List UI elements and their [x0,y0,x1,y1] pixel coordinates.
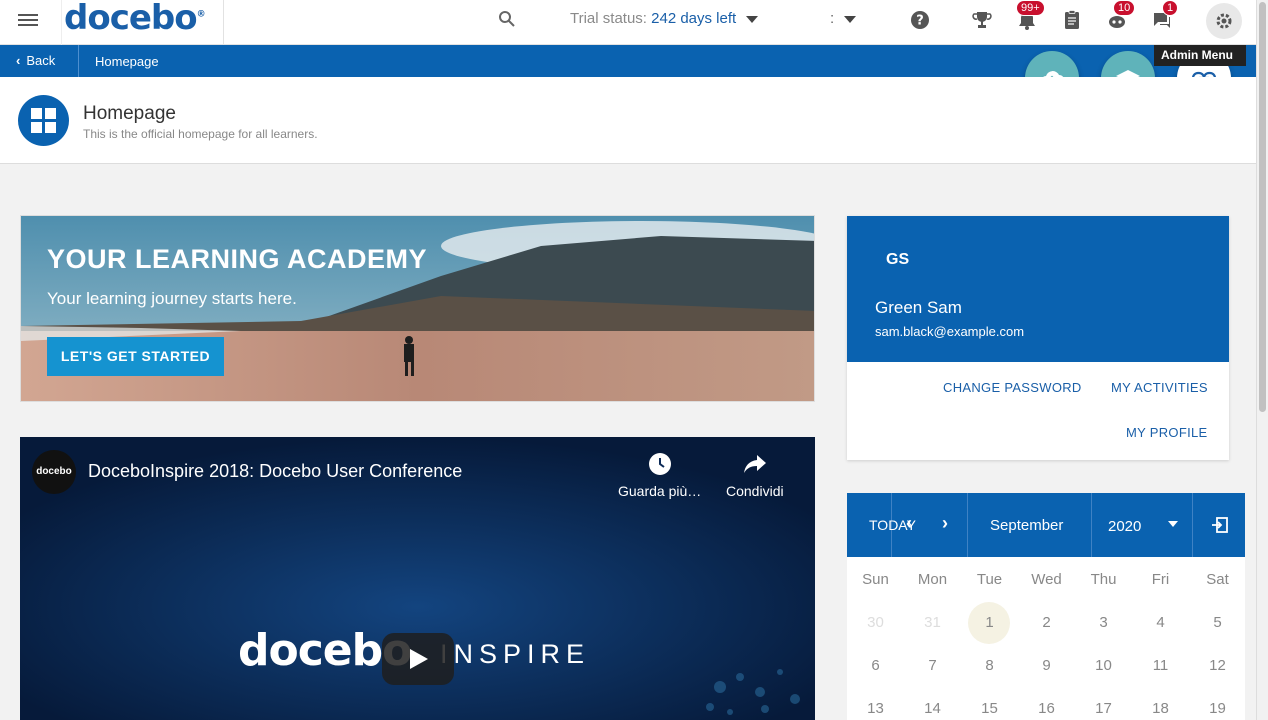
banner-subtitle: Your learning journey starts here. [47,289,297,308]
month-nav: ‹ › [892,493,968,557]
chevron-left-icon: ‹ [16,53,21,68]
chevron-right-icon[interactable]: › [942,513,948,534]
page-title: Homepage [83,103,176,124]
chevron-down-icon [844,15,857,23]
weekday-label: Wed [1031,571,1062,588]
calendar-day[interactable]: 3 [1075,614,1132,631]
admin-menu-button[interactable] [1206,3,1242,39]
chevron-left-icon[interactable]: ‹ [906,513,912,534]
month-select[interactable]: September [968,493,1092,557]
calendar-day[interactable]: 1 [961,614,1018,631]
calendar-day[interactable]: 4 [1132,614,1189,631]
play-icon [410,649,428,669]
gear-icon [1216,13,1232,29]
calendar-widget: TODAY ‹ › September 2020 Sun Mon Tue Wed Thu… [847,493,1245,720]
weekday-label: Thu [1090,571,1117,588]
top-bar: docebo® Trial status: 242 days left : ? … [0,0,1256,45]
messages-badge: 1 [1162,0,1179,16]
calendar-day[interactable]: 5 [1189,614,1245,631]
weekday-label: Tue [976,571,1003,588]
clipboard-icon[interactable] [1061,9,1083,31]
back-label: Back [26,53,56,68]
gamification-badge: 10 [1113,0,1136,16]
share-label: Condividi [726,483,784,499]
my-profile-link[interactable]: MY PROFILE [1126,425,1208,440]
logo-mark: ® [196,9,206,20]
calendar-day[interactable]: 9 [1018,657,1075,674]
search-icon[interactable] [498,10,516,28]
channel-avatar[interactable]: docebo [32,450,76,494]
calendar-day[interactable]: 14 [904,700,961,717]
calendar-day[interactable]: 7 [904,657,961,674]
user-name: Green Sam [875,298,962,317]
weekday-label: Sun [862,571,889,588]
month-label: September [990,517,1064,534]
calendar-day[interactable]: 31 [904,614,961,631]
svg-text:?: ? [916,14,924,29]
docebo-logo[interactable]: docebo® [64,0,206,38]
banner-title: YOUR LEARNING ACADEMY [47,244,428,274]
scroll-thumb[interactable] [1259,2,1266,412]
share-icon [743,455,766,473]
get-started-button[interactable]: LET'S GET STARTED [47,337,224,376]
change-password-link[interactable]: CHANGE PASSWORD [943,380,1082,395]
trophy-icon[interactable] [971,9,993,31]
back-button[interactable]: ‹ Back [0,45,79,77]
calendar-day[interactable]: 30 [847,614,904,631]
calendar-day[interactable]: 19 [1189,700,1245,717]
trial-days: 242 days left [651,10,737,27]
trial-label: Trial status: [570,10,647,27]
calendar-day[interactable]: 6 [847,657,904,674]
calendar-header: TODAY ‹ › September 2020 [847,493,1245,557]
profile-header: GS Green Sam sam.black@example.com [847,216,1229,362]
calendar-day[interactable]: 8 [961,657,1018,674]
calendar-day[interactable]: 12 [1189,657,1245,674]
weekday-label: Mon [917,571,948,588]
notifications-badge: 99+ [1016,0,1045,16]
chevron-down-icon [746,15,759,23]
share-button[interactable]: Condividi [726,451,784,499]
my-activities-link[interactable]: MY ACTIVITIES [1111,380,1208,395]
calendar-day[interactable]: 2 [1018,614,1075,631]
trial-status[interactable]: Trial status: 242 days left [570,10,759,27]
breadcrumb-current: Homepage [95,54,159,69]
admin-menu-tooltip: Admin Menu [1154,45,1246,66]
page-subtitle: This is the official homepage for all le… [83,127,318,141]
year-select[interactable]: 2020 [1092,493,1193,557]
calendar-day[interactable]: 10 [1075,657,1132,674]
language-selector[interactable]: : [830,10,857,27]
weekday-label: Sat [1206,571,1229,588]
calendar-day[interactable]: 16 [1018,700,1075,717]
avatar[interactable]: GS [886,251,909,269]
year-label: 2020 [1108,518,1142,535]
calendar-day[interactable]: 17 [1075,700,1132,717]
calendar-day[interactable]: 13 [847,700,904,717]
clock-icon [648,453,671,475]
learning-academy-banner: YOUR LEARNING ACADEMY Your learning jour… [20,215,815,402]
scrollbar[interactable] [1256,0,1268,720]
video-inspire-text: INSPIRE [440,639,591,669]
watch-later-label: Guarda più… [618,483,702,499]
watch-later-button[interactable]: Guarda più… [618,451,701,499]
dashboard-icon [18,95,69,146]
calendar-day[interactable]: 15 [961,700,1018,717]
menu-icon[interactable] [18,11,38,31]
video-player[interactable]: docebo DoceboInspire 2018: Docebo User C… [20,437,815,720]
export-icon[interactable] [1211,516,1229,534]
weekday-label: Fri [1151,571,1170,588]
user-email: sam.black@example.com [875,324,1025,339]
video-title[interactable]: DoceboInspire 2018: Docebo User Conferen… [88,461,462,482]
today-button[interactable]: TODAY [847,493,916,557]
page-header: Homepage This is the official homepage f… [0,77,1256,164]
calendar-day[interactable]: 11 [1132,657,1189,674]
logo-text: docebo [64,0,198,38]
selector-value: : [830,10,835,27]
calendar-day[interactable]: 18 [1132,700,1189,717]
play-button[interactable] [382,633,454,685]
help-icon[interactable]: ? [909,9,931,31]
user-profile-card: GS Green Sam sam.black@example.com CHANG… [847,216,1229,460]
chevron-down-icon [1168,521,1178,527]
